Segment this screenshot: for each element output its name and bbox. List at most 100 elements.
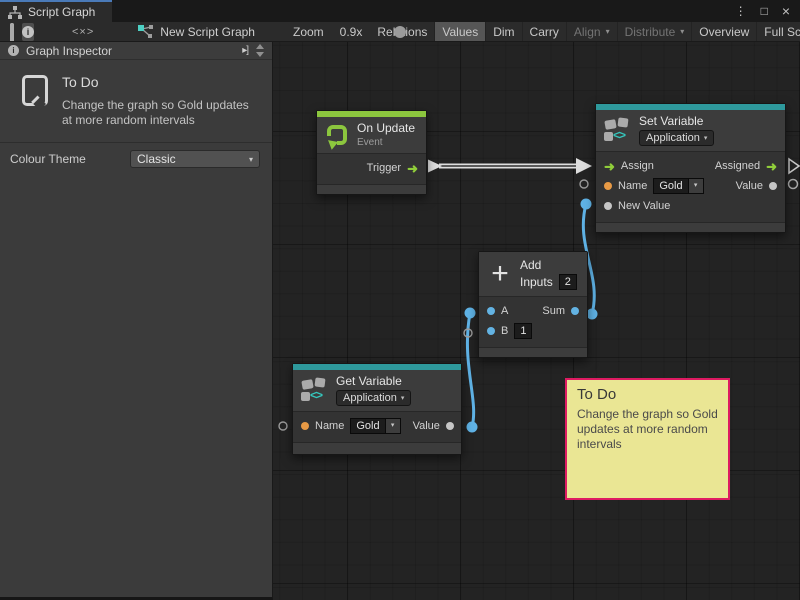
toolbar-button-align[interactable]: Align ▾ [567,22,618,42]
node-footer [596,222,785,232]
colour-theme-value: Classic [137,152,176,166]
inputs-label: Inputs [520,275,553,289]
flow-output-port-icon[interactable]: ➜ [766,160,777,173]
unity-script-graph-window: Script Graph ⋮ □ × i <×> New Script Grap… [0,0,800,600]
port-row-assign: ➜ Assign Assigned ➜ [596,156,785,176]
scope-value: Application [646,132,700,144]
maximize-icon[interactable]: □ [761,5,768,17]
scroll-down-icon[interactable] [256,52,264,57]
string-port-icon[interactable] [604,182,612,190]
port-stub-set-name[interactable] [580,180,588,188]
new-script-graph-button[interactable]: New Script Graph [138,25,255,39]
variable-name-dropdown[interactable]: Gold ▾ [350,418,400,434]
tab-script-graph[interactable]: Script Graph [0,0,112,22]
toolbar-button-overview[interactable]: Overview [692,22,757,42]
close-icon[interactable]: × [782,4,790,18]
inputs-count-field[interactable]: 2 [559,274,577,290]
plus-icon: + [488,262,512,286]
inspector-toggle-button[interactable]: i [22,23,34,41]
button-label: Carry [530,25,559,39]
port-stub-flow-right[interactable] [789,159,799,173]
number-port-icon[interactable] [487,327,495,335]
code-preview-icon[interactable]: <×> [72,26,94,38]
toolbar-button-distribute[interactable]: Distribute ▾ [618,22,693,42]
chevron-down-icon[interactable]: ▾ [386,418,401,434]
port-label-value: Value [736,180,763,192]
script-graph-asset-icon [138,25,154,38]
zoom-slider-handle[interactable] [394,26,406,38]
button-label: Full Screen [764,25,800,39]
value-port-icon[interactable] [604,202,612,210]
graph-toolbar: i <×> New Script Graph Zoom 0.9x Relatio… [0,22,800,42]
port-stub-value-right[interactable] [789,180,798,189]
b-value-field[interactable]: 1 [514,323,532,339]
variable-scope-dropdown[interactable]: Application ▾ [639,130,714,146]
node-title: Get Variable [336,374,411,388]
port-label-a: A [501,305,508,317]
dock-panel-icon[interactable]: ▸] [238,45,252,56]
chevron-down-icon[interactable]: ▾ [689,178,704,194]
lock-icon[interactable] [10,25,14,38]
variable-scope-dropdown[interactable]: Application ▾ [336,390,411,406]
chevron-down-icon: ▾ [680,27,684,36]
port-label-sum: Sum [542,305,565,317]
new-script-graph-label: New Script Graph [160,25,255,39]
graph-inspector-panel: i Graph Inspector ▸] To Do Change the gr… [0,42,273,600]
variable-name-dropdown[interactable]: Gold ▾ [653,178,703,194]
zoom-value: 0.9x [340,25,363,39]
colour-theme-row: Colour Theme Classic ▾ [0,143,272,175]
variable-icon: <> [604,117,631,143]
node-set-variable[interactable]: <> Set Variable Application ▾ ➜ Assign A… [595,103,786,233]
chevron-down-icon: ▾ [401,394,405,402]
note-title: To Do [62,74,262,90]
flow-input-port-icon[interactable]: ➜ [604,160,615,173]
info-icon: i [8,45,19,56]
node-add[interactable]: + Add Inputs 2 A Sum [478,251,588,358]
window-menu-icon[interactable]: ⋮ [735,5,747,17]
toolbar-button-carry[interactable]: Carry [523,22,567,42]
port-stub-get-name[interactable] [279,422,287,430]
panel-scroll-arrows[interactable] [252,44,268,57]
toolbar-button-full-screen[interactable]: Full Screen [757,22,800,42]
port-row-b: B 1 [479,321,587,341]
toolbar-button-values[interactable]: Values [435,22,486,42]
node-header: <> Get Variable Application ▾ [293,370,461,412]
node-subtitle: Event [357,137,415,148]
port-label-trigger: Trigger [367,162,401,174]
value-port-icon[interactable] [446,422,454,430]
value-port-icon[interactable] [769,182,777,190]
sticky-note-body: Change the graph so Gold updates at more… [577,407,718,452]
exec-wire-start-arrow [428,160,442,173]
button-label: Align [574,25,601,39]
port-label-assigned: Assigned [715,160,760,172]
node-on-update[interactable]: On Update Event Trigger ➜ [316,110,427,195]
node-header: + Add Inputs 2 [479,252,587,297]
port-row-name-value: Name Gold ▾ Value [596,176,785,196]
number-port-icon[interactable] [487,307,495,315]
variable-name-value: Gold [653,178,688,194]
number-port-icon[interactable] [571,307,579,315]
node-body: Trigger ➜ [317,154,426,184]
wire-end-bubble [587,309,598,320]
port-row-a-sum: A Sum [479,301,587,321]
chevron-down-icon: ▾ [606,27,610,36]
zoom-label: Zoom [293,25,324,39]
window-controls: ⋮ □ × [735,0,800,22]
variable-icon: <> [301,377,328,403]
node-get-variable[interactable]: <> Get Variable Application ▾ Name Gold [292,363,462,455]
port-label-name: Name [315,420,344,432]
colour-theme-select[interactable]: Classic ▾ [130,150,260,168]
wire-end-bubble [581,199,592,210]
sticky-note[interactable]: To Do Change the graph so Gold updates a… [565,378,730,500]
scroll-up-icon[interactable] [256,44,264,49]
string-port-icon[interactable] [301,422,309,430]
button-label: Distribute [625,25,676,39]
scope-value: Application [343,392,397,404]
inspector-note-summary: To Do Change the graph so Gold updates a… [0,60,272,143]
node-title: On Update [357,121,415,135]
toolbar-button-dim[interactable]: Dim [486,22,522,42]
flow-output-port-icon[interactable]: ➜ [407,162,418,175]
graph-canvas[interactable]: On Update Event Trigger ➜ <> [273,42,800,600]
button-label: Dim [493,25,514,39]
node-footer [479,347,587,357]
